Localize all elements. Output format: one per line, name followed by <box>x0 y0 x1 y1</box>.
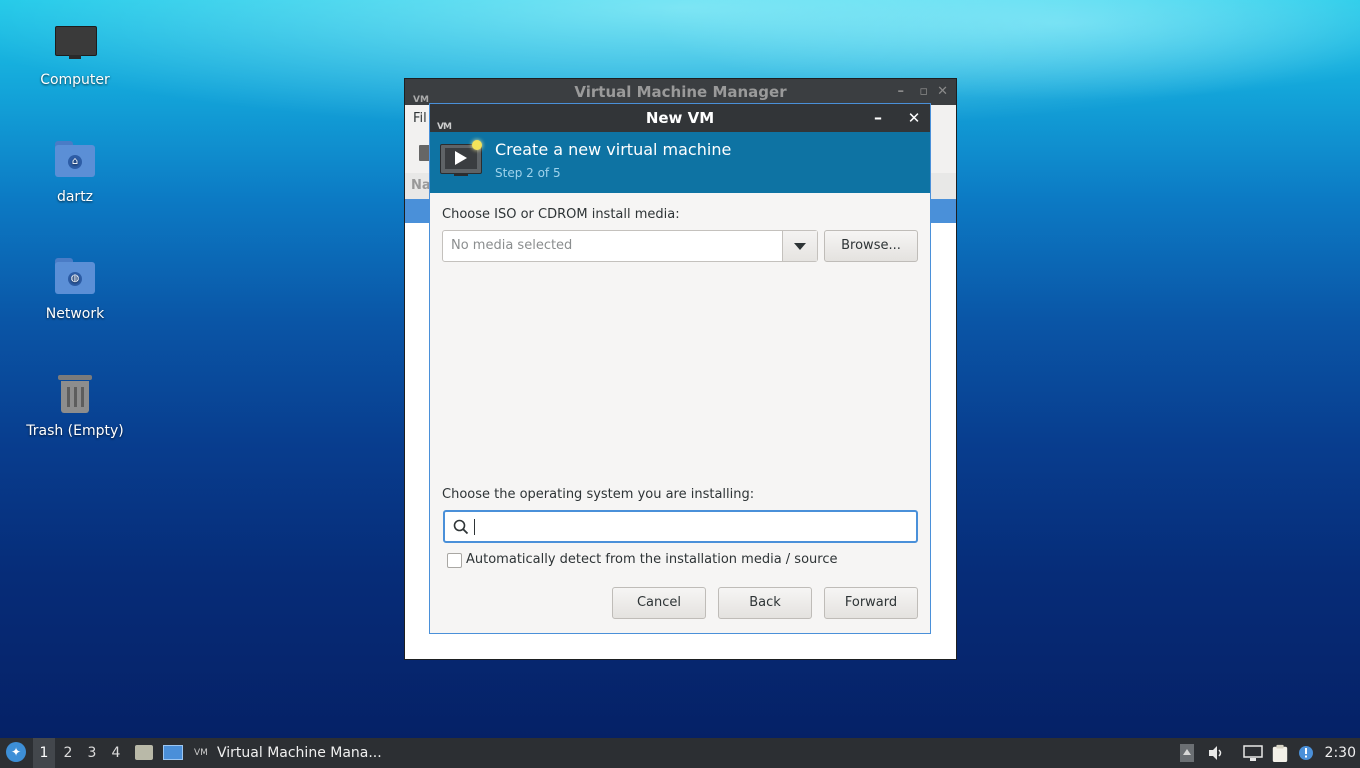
trash-icon <box>53 373 97 417</box>
computer-icon <box>53 22 97 66</box>
file-manager-icon[interactable] <box>135 745 153 760</box>
taskbar: ✦ 1 2 3 4 VM Virtual Machine Mana... 2:3… <box>0 738 1360 768</box>
clock[interactable]: 2:30 <box>1325 738 1356 768</box>
dialog-titlebar[interactable]: VM New VM – ✕ <box>430 104 930 132</box>
home-folder-icon: ⌂ <box>53 139 97 183</box>
desktop-icon-label: Computer <box>40 72 110 88</box>
network-icon[interactable] <box>1243 744 1263 762</box>
minimize-icon[interactable]: – <box>898 79 905 105</box>
text-caret <box>474 519 475 535</box>
wizard-title: Create a new virtual machine <box>495 140 732 159</box>
os-search-input[interactable] <box>443 510 918 543</box>
forward-button[interactable]: Forward <box>824 587 918 619</box>
cancel-button[interactable]: Cancel <box>612 587 706 619</box>
speaker-icon[interactable] <box>1207 744 1225 762</box>
dialog-title: New VM <box>645 109 715 127</box>
desktop-icon-label: Trash (Empty) <box>26 423 124 439</box>
new-vm-dialog: VM New VM – ✕ Create a new virtual machi… <box>429 103 931 634</box>
tray-eject-icon[interactable] <box>1180 744 1194 762</box>
workspace-1[interactable]: 1 <box>33 738 55 768</box>
desktop-icon-trash[interactable]: Trash (Empty) <box>20 373 130 439</box>
os-label: Choose the operating system you are inst… <box>442 487 755 502</box>
start-menu-icon[interactable]: ✦ <box>6 742 26 762</box>
desktop-icon-home-folder[interactable]: ⌂ dartz <box>20 139 130 205</box>
chevron-down-icon <box>794 243 806 250</box>
auto-detect-checkbox[interactable] <box>447 553 462 568</box>
show-desktop-icon[interactable] <box>163 745 183 760</box>
combo-dropdown-button[interactable] <box>782 231 817 261</box>
taskbar-task-vmm[interactable]: VM Virtual Machine Mana... <box>191 738 382 768</box>
install-media-combo[interactable]: No media selected <box>442 230 818 262</box>
close-icon[interactable]: ✕ <box>937 79 948 105</box>
desktop-icon-label: dartz <box>56 189 94 205</box>
vmm-window-title: Virtual Machine Manager <box>574 83 787 101</box>
desktop-icon-network[interactable]: ◍ Network <box>20 256 130 322</box>
wizard-header: Create a new virtual machine Step 2 of 5 <box>430 132 930 193</box>
minimize-icon[interactable]: – <box>868 104 888 132</box>
install-media-placeholder: No media selected <box>451 238 573 253</box>
column-header-name: Na <box>411 178 431 193</box>
desktop-icon-label: Network <box>45 306 105 322</box>
desktop-icon-computer[interactable]: Computer <box>20 22 130 88</box>
wizard-step: Step 2 of 5 <box>495 166 561 180</box>
vmm-logo-icon: VM <box>413 95 429 105</box>
media-label: Choose ISO or CDROM install media: <box>442 207 680 222</box>
workspace-2[interactable]: 2 <box>57 738 79 768</box>
workspace-3[interactable]: 3 <box>81 738 103 768</box>
close-icon[interactable]: ✕ <box>904 104 924 132</box>
notification-icon[interactable] <box>1297 744 1315 762</box>
vmm-titlebar[interactable]: VM Virtual Machine Manager – ▫ ✕ <box>405 79 956 105</box>
maximize-icon[interactable]: ▫ <box>919 79 928 105</box>
vmm-logo-icon: VM <box>194 748 208 758</box>
search-icon <box>453 519 469 535</box>
menu-file[interactable]: Fil <box>413 111 427 126</box>
workspace-4[interactable]: 4 <box>105 738 127 768</box>
taskbar-task-label: Virtual Machine Mana... <box>217 745 382 761</box>
auto-detect-label[interactable]: Automatically detect from the installati… <box>466 552 837 567</box>
new-vm-icon <box>440 140 482 176</box>
network-folder-icon: ◍ <box>53 256 97 300</box>
browse-button[interactable]: Browse... <box>824 230 918 262</box>
clipboard-icon[interactable] <box>1271 744 1289 762</box>
back-button[interactable]: Back <box>718 587 812 619</box>
